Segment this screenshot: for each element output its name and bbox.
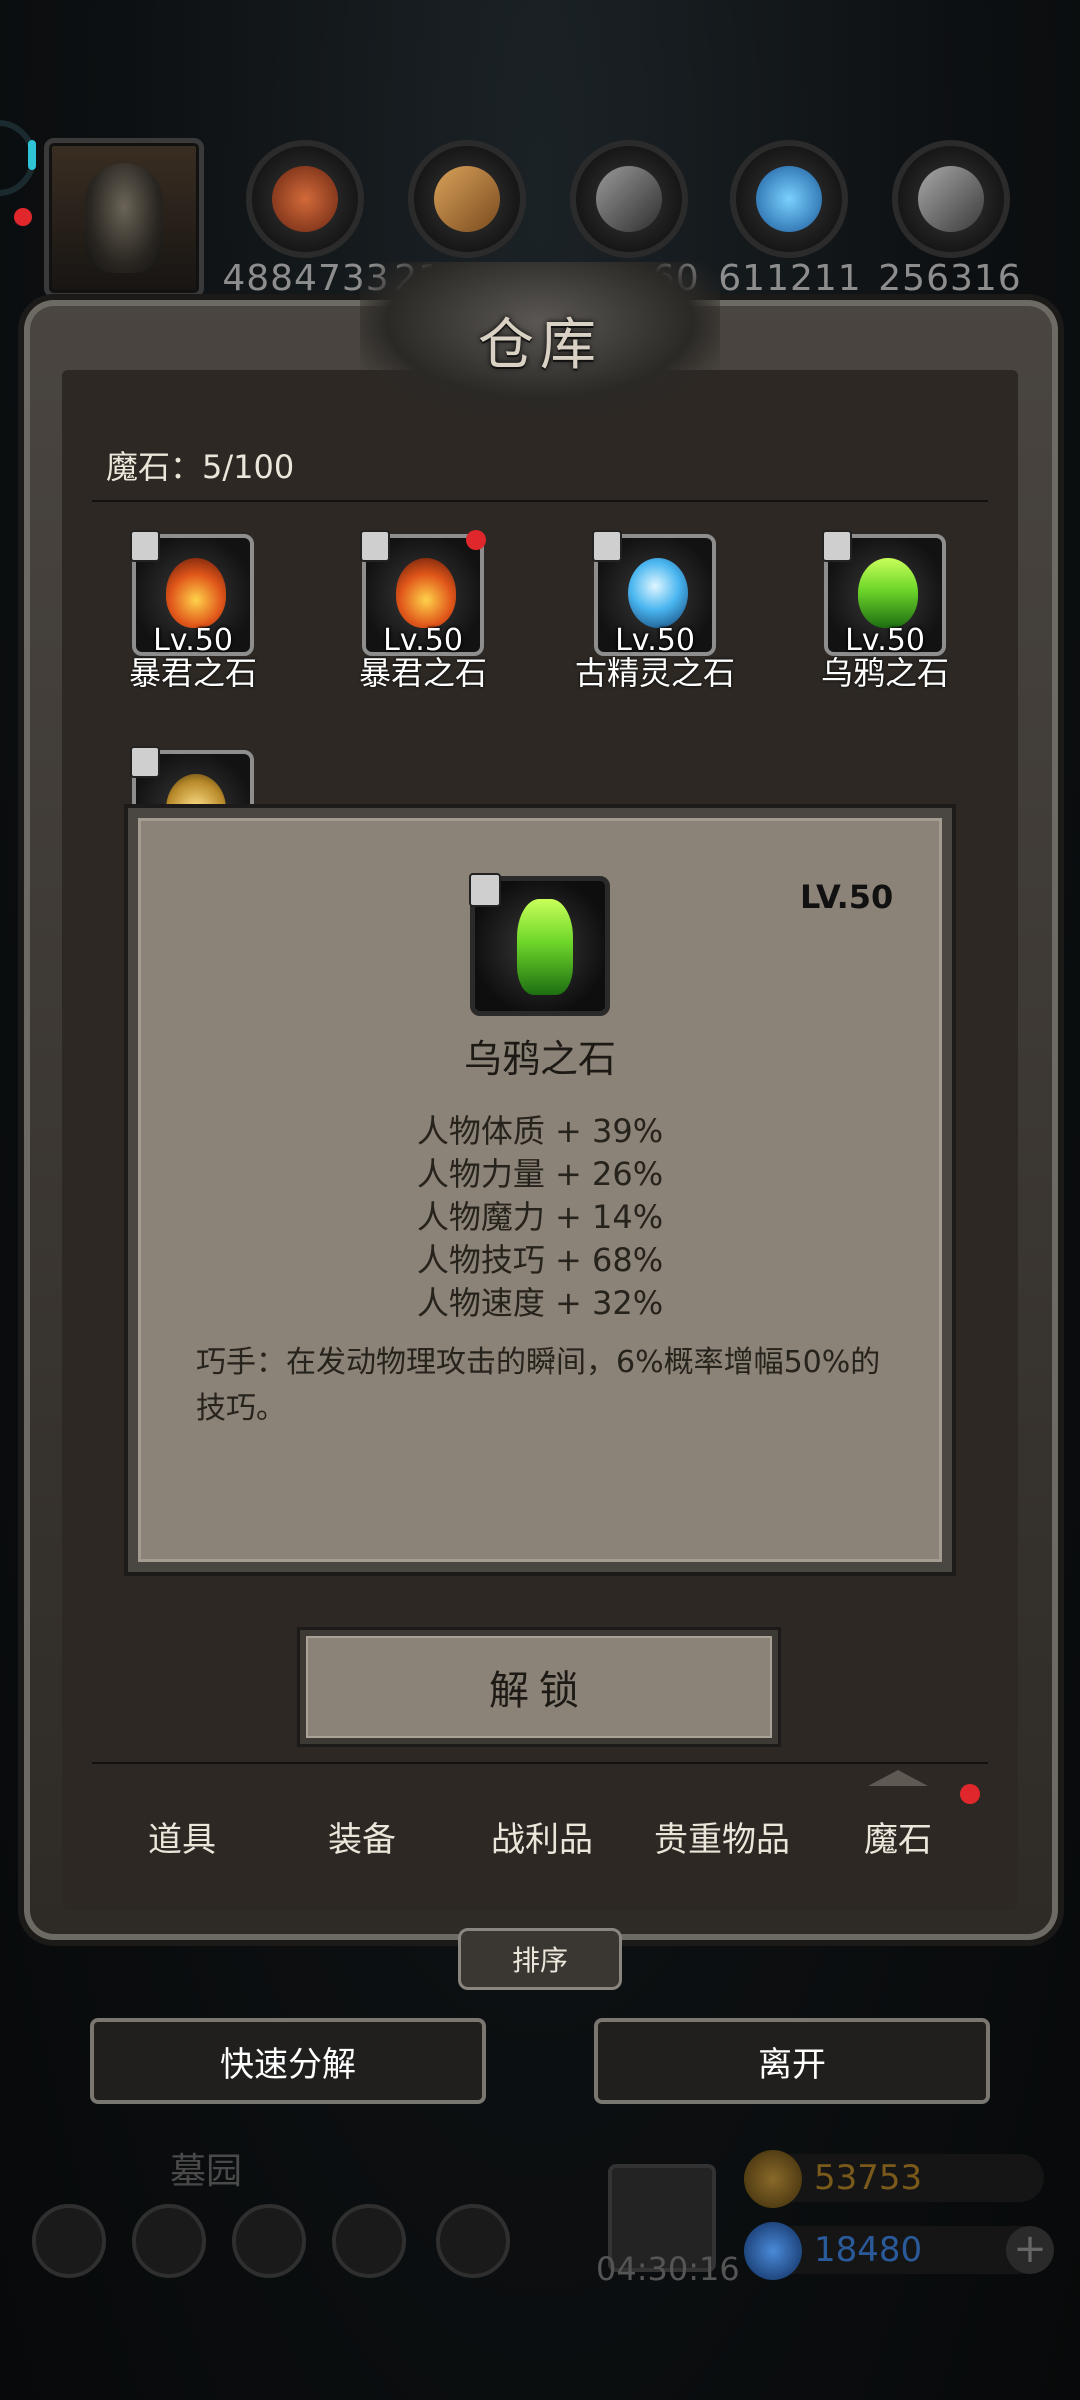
- settings-icon[interactable]: [32, 2204, 106, 2278]
- gift-timer: 04:30:16: [596, 2250, 740, 2288]
- iron-icon-fill: [596, 166, 662, 232]
- capacity-label: 魔石：5/100: [106, 448, 295, 486]
- ice-gem-icon: [628, 558, 688, 628]
- lock-icon: [130, 530, 160, 562]
- sort-button[interactable]: 排序: [458, 1928, 622, 1990]
- divider: [92, 500, 988, 502]
- stat-line: 人物力量 + 26%: [416, 1155, 664, 1193]
- leave-button[interactable]: 离开: [594, 2018, 990, 2104]
- divider: [92, 1762, 988, 1764]
- add-currency-button[interactable]: +: [1006, 2226, 1054, 2274]
- stat-line: 人物魔力 + 14%: [416, 1198, 664, 1236]
- tab-items[interactable]: 道具: [92, 1812, 272, 1861]
- tab-loot[interactable]: 战利品: [452, 1812, 632, 1861]
- detail-level: LV.50: [800, 878, 894, 916]
- iron-icon[interactable]: [570, 140, 688, 258]
- new-item-dot: [466, 530, 486, 550]
- resource-crystal-value: 611211: [718, 258, 862, 299]
- character-face-icon: [85, 163, 163, 273]
- lock-icon: [469, 873, 501, 907]
- wood-icon-fill: [434, 166, 500, 232]
- item-name: 暴君之石: [358, 654, 487, 692]
- detail-item-name: 乌鸦之石: [463, 1037, 616, 1081]
- notification-dot: [14, 208, 32, 226]
- item-slot[interactable]: Lv.50: [822, 530, 946, 658]
- fire-gem-icon: [396, 558, 456, 628]
- item-slot[interactable]: Lv.50: [592, 530, 716, 658]
- wood-icon[interactable]: [408, 140, 526, 258]
- item-name: 暴君之石: [128, 654, 257, 692]
- stat-line: 人物体质 + 39%: [416, 1112, 664, 1150]
- player-avatar[interactable]: [44, 138, 204, 298]
- guild-icon[interactable]: [436, 2204, 510, 2278]
- resource-stone-value: 256316: [878, 258, 1022, 299]
- location-label: 墓园: [170, 2151, 243, 2192]
- crystal-icon-fill: [756, 166, 822, 232]
- tab-valuables[interactable]: 贵重物品: [632, 1812, 812, 1861]
- stat-line: 人物技巧 + 68%: [416, 1241, 664, 1279]
- panel-title: 仓库: [478, 313, 602, 378]
- meat-icon-fill: [272, 166, 338, 232]
- gem-value: 18480: [814, 2230, 923, 2270]
- fire-gem-icon: [166, 558, 226, 628]
- item-slot[interactable]: Lv.50: [130, 530, 254, 658]
- green-gem-icon: [517, 899, 573, 995]
- lock-icon: [822, 530, 852, 562]
- skill-effect-text: 巧手：在发动物理攻击的瞬间，6%概率增幅50%的技巧。: [196, 1345, 881, 1426]
- tab-magic-stones[interactable]: 魔石: [808, 1770, 988, 1861]
- stone-icon[interactable]: [892, 140, 1010, 258]
- item-slot[interactable]: Lv.50: [360, 530, 484, 658]
- quick-decompose-button[interactable]: 快速分解: [90, 2018, 486, 2104]
- shield-icon[interactable]: [232, 2204, 306, 2278]
- tab-equipment[interactable]: 装备: [272, 1812, 452, 1861]
- lock-icon: [592, 530, 622, 562]
- stone-icon-fill: [918, 166, 984, 232]
- lock-icon: [130, 746, 160, 778]
- item-name: 乌鸦之石: [820, 654, 949, 692]
- item-name: 古精灵之石: [574, 654, 735, 692]
- green-gem-icon: [858, 558, 918, 628]
- meat-icon[interactable]: [246, 140, 364, 258]
- detail-item-icon: [469, 873, 610, 1016]
- gold-coin-icon: [744, 2150, 802, 2208]
- diamond-icon: [744, 2222, 802, 2280]
- lock-icon: [360, 530, 390, 562]
- hero-icon[interactable]: [132, 2204, 206, 2278]
- gold-value: 53753: [814, 2158, 923, 2198]
- unlock-button[interactable]: 解锁: [300, 1630, 778, 1744]
- tab-notification-dot: [960, 1784, 980, 1804]
- crystal-icon[interactable]: [730, 140, 848, 258]
- mail-icon[interactable]: [332, 2204, 406, 2278]
- stat-line: 人物速度 + 32%: [416, 1284, 664, 1322]
